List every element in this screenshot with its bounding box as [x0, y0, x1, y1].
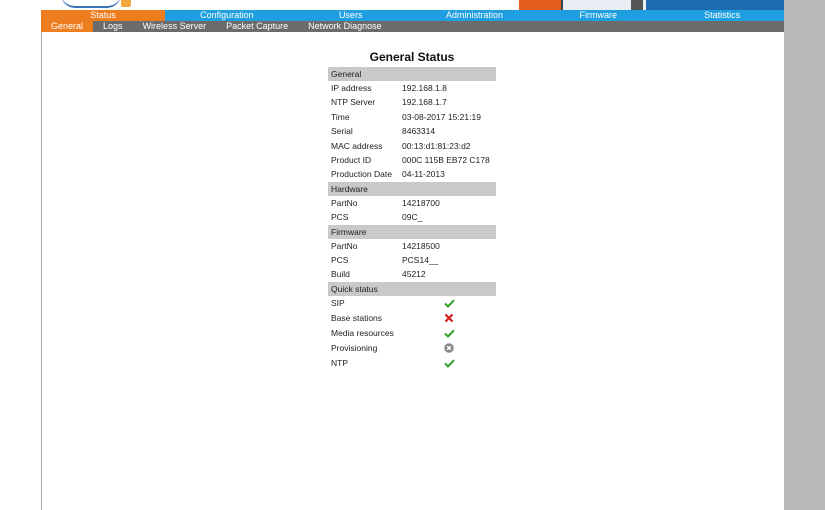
table-row: Serial 8463314: [328, 124, 496, 138]
row-value: PCS14__: [402, 254, 439, 265]
row-label: Product ID: [331, 154, 372, 165]
logo-swoosh-icon: [61, 0, 121, 8]
row-value: 14218700: [402, 197, 440, 208]
row-value: 8463314: [402, 126, 436, 137]
table-row: PartNo 14218700: [328, 196, 496, 210]
section-header-general: General: [328, 67, 496, 81]
status-row-provisioning: Provisioning: [328, 341, 496, 356]
banner-graphic-blue: [646, 0, 784, 10]
row-label: MAC address: [331, 140, 383, 151]
row-value: 00:13:d1:81:23:d2: [402, 140, 471, 151]
status-panel: General Status General IP address 192.168…: [328, 50, 496, 371]
status-label: Provisioning: [331, 342, 378, 353]
table-row: MAC address 00:13:d1:81:23:d2: [328, 139, 496, 153]
section-header-quick-status: Quick status: [328, 281, 496, 296]
left-margin: [0, 0, 41, 510]
main-nav: Status Configuration Users Administratio…: [41, 10, 784, 21]
row-label: Production Date: [331, 169, 392, 180]
table-row: Product ID 000C 115B EB72 C178: [328, 153, 496, 167]
row-label: PartNo: [331, 197, 358, 208]
subtab-general[interactable]: General: [41, 21, 94, 32]
section-header-firmware: Firmware: [328, 224, 496, 239]
row-value: 45212: [402, 269, 426, 280]
banner-handset-image: [631, 0, 643, 10]
gray-x-circle-icon: [443, 342, 455, 354]
row-value: 03-08-2017 15:21:19: [402, 111, 481, 122]
table-row: PCS 09C_: [328, 210, 496, 224]
row-label: PCS: [331, 254, 349, 265]
page-title: General Status: [369, 50, 455, 64]
row-value: 04-11-2013: [402, 169, 445, 180]
subtab-logs[interactable]: Logs: [93, 21, 133, 32]
subtab-packet-capture[interactable]: Packet Capture: [216, 21, 298, 32]
tab-users[interactable]: Users: [289, 10, 413, 21]
row-label: NTP Server: [331, 97, 376, 108]
table-row: Time 03-08-2017 15:21:19: [328, 110, 496, 124]
tab-firmware[interactable]: Firmware: [536, 10, 660, 21]
status-row-base-stations: Base stations: [328, 311, 496, 326]
table-row: NTP Server 192.168.1.7: [328, 95, 496, 109]
sub-nav: General Logs Wireless Server Packet Capt…: [41, 21, 784, 32]
row-value: 14218500: [402, 240, 440, 251]
row-label: Build: [331, 269, 350, 280]
header-banner: [41, 0, 784, 10]
status-row-sip: SIP: [328, 296, 496, 311]
table-row: IP address 192.168.1.8: [328, 81, 496, 95]
logo-badge-icon: [121, 0, 131, 7]
section-header-hardware: Hardware: [328, 181, 496, 196]
status-label: NTP: [331, 357, 348, 368]
tab-configuration[interactable]: Configuration: [165, 10, 289, 21]
status-label: Base stations: [331, 312, 383, 323]
subtab-wireless-server[interactable]: Wireless Server: [133, 21, 217, 32]
row-label: Serial: [331, 126, 353, 137]
row-value: 09C_: [402, 212, 423, 223]
right-margin: [784, 0, 825, 510]
row-value: 192.168.1.8: [402, 83, 447, 93]
row-value: 192.168.1.7: [402, 97, 447, 108]
status-label: Media resources: [331, 327, 394, 338]
tab-statistics[interactable]: Statistics: [660, 10, 784, 21]
status-row-ntp: NTP: [328, 356, 496, 371]
row-label: Time: [331, 111, 350, 122]
row-value: 000C 115B EB72 C178: [402, 154, 490, 165]
subtab-network-diagnose[interactable]: Network Diagnose: [298, 21, 392, 32]
check-icon: [443, 327, 455, 339]
row-label: IP address: [331, 83, 372, 93]
status-row-media-resources: Media resources: [328, 326, 496, 341]
table-row: PartNo 14218500: [328, 239, 496, 253]
tab-status[interactable]: Status: [41, 10, 165, 21]
row-label: PCS: [331, 212, 349, 223]
check-icon: [443, 297, 455, 309]
table-row: Production Date 04-11-2013: [328, 167, 496, 181]
table-row: PCS PCS14__: [328, 253, 496, 267]
tab-administration[interactable]: Administration: [413, 10, 537, 21]
cross-icon: [443, 312, 455, 324]
status-label: SIP: [331, 297, 345, 308]
check-icon: [443, 357, 455, 369]
row-label: PartNo: [331, 240, 358, 251]
table-row: Build 45212: [328, 267, 496, 281]
